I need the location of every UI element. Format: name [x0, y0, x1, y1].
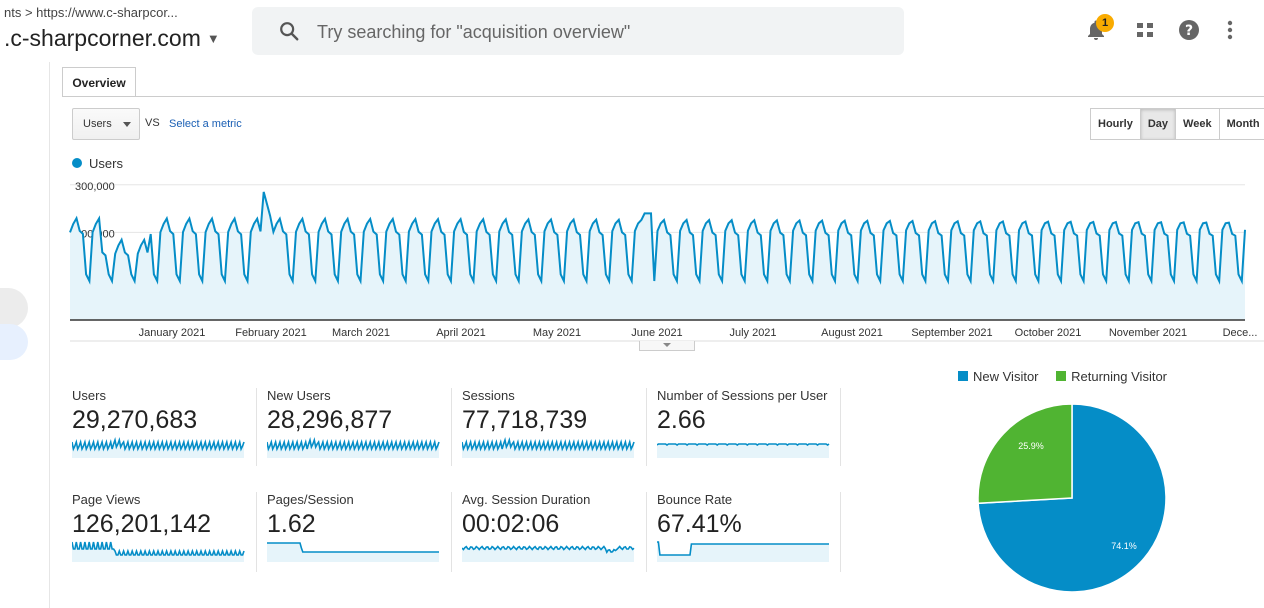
more-vert-icon[interactable]: [1218, 18, 1242, 42]
x-tick-label: May 2021: [533, 327, 581, 339]
y-tick-label: 300,000: [75, 181, 115, 193]
tile-divider: [451, 492, 452, 572]
pie-slice[interactable]: [977, 403, 1073, 505]
property-name: .c-sharpcorner.com: [4, 25, 201, 51]
x-tick-label: January 2021: [139, 327, 206, 339]
metric-dropdown[interactable]: Users: [72, 108, 140, 140]
metric-tile[interactable]: Users 29,270,683: [72, 388, 267, 476]
pie-slice-label: 25.9%: [1018, 441, 1044, 451]
metric-tile[interactable]: Page Views 126,201,142: [72, 492, 267, 580]
x-tick-label: September 2021: [911, 327, 992, 339]
tile-divider: [840, 492, 841, 572]
x-tick-label: July 2021: [729, 327, 776, 339]
x-tick-label: April 2021: [436, 327, 486, 339]
chevron-down-icon: [123, 122, 131, 127]
metric-sparkline: [657, 541, 829, 562]
metric-value: 67.41%: [657, 510, 742, 538]
x-tick-label: August 2021: [821, 327, 883, 339]
property-selector[interactable]: .c-sharpcorner.com ▼: [4, 25, 220, 52]
tile-divider: [646, 492, 647, 572]
tile-divider: [840, 388, 841, 466]
metric-sparkline: [72, 436, 245, 458]
metric-label: Page Views: [72, 492, 141, 507]
metric-sparkline: [267, 542, 439, 562]
legend-swatch-users: [72, 158, 82, 168]
metric-tile[interactable]: Sessions 77,718,739: [462, 388, 657, 476]
metric-sparkline: [267, 436, 440, 458]
metric-label: New Users: [267, 388, 331, 403]
legend-label-users: Users: [89, 156, 123, 171]
metric-value: 77,718,739: [462, 406, 588, 434]
tile-divider: [256, 492, 257, 572]
legend-label-returning-visitor: Returning Visitor: [1071, 369, 1168, 384]
sparkline-fill: [657, 444, 829, 458]
vs-label: VS: [145, 117, 160, 129]
legend-label-new-visitor: New Visitor: [973, 369, 1039, 384]
metric-dropdown-value: Users: [83, 118, 112, 130]
metric-label: Avg. Session Duration: [462, 492, 591, 507]
x-tick-label: Dece...: [1223, 327, 1258, 339]
metric-sparkline: [72, 541, 245, 562]
pie-slice-label: 74.1%: [1111, 541, 1137, 551]
metric-label: Bounce Rate: [657, 492, 733, 507]
metric-sparkline: [657, 443, 830, 458]
svg-text:?: ?: [1185, 23, 1193, 39]
legend-swatch-new-visitor: [958, 371, 968, 381]
metric-label: Sessions: [462, 388, 515, 403]
metric-tile[interactable]: New Users 28,296,877: [267, 388, 462, 476]
granularity-day[interactable]: Day: [1139, 108, 1177, 140]
metric-value: 28,296,877: [267, 406, 393, 434]
granularity-toggle: Hourly Day Week Month: [1090, 108, 1264, 140]
pie-legend: New Visitor Returning Visitor: [958, 369, 1167, 384]
select-metric-link[interactable]: Select a metric: [169, 118, 242, 130]
metric-value: 1.62: [267, 510, 316, 538]
metric-tile[interactable]: Number of Sessions per User 2.66: [657, 388, 852, 476]
metric-value: 126,201,142: [72, 510, 212, 538]
metric-value: 2.66: [657, 406, 706, 434]
metric-tile[interactable]: Bounce Rate 67.41%: [657, 492, 852, 580]
metric-sparkline: [462, 436, 635, 458]
chart-collapse-handle[interactable]: [639, 341, 695, 351]
metric-value: 00:02:06: [462, 510, 560, 538]
metric-value: 29,270,683: [72, 406, 198, 434]
search-input[interactable]: Try searching for "acquisition overview": [252, 7, 904, 55]
tile-divider: [256, 388, 257, 466]
granularity-hourly[interactable]: Hourly: [1090, 108, 1141, 140]
search-placeholder: Try searching for "acquisition overview": [317, 22, 631, 42]
metric-tile[interactable]: Pages/Session 1.62: [267, 492, 462, 580]
x-tick-label: February 2021: [235, 327, 307, 339]
breadcrumb[interactable]: nts > https://www.c-sharpcor...: [4, 5, 178, 20]
tab-overview[interactable]: Overview: [62, 67, 136, 97]
metric-label: Users: [72, 388, 106, 403]
apps-grid-icon[interactable]: [1133, 18, 1157, 42]
users-area-fill: [70, 191, 1245, 320]
metric-tile[interactable]: Avg. Session Duration 00:02:06: [462, 492, 657, 580]
metric-label: Pages/Session: [267, 492, 354, 507]
tile-divider: [451, 388, 452, 466]
chevron-down-icon: [663, 343, 671, 347]
x-tick-label: June 2021: [631, 327, 682, 339]
granularity-week[interactable]: Week: [1175, 108, 1220, 140]
x-tick-label: October 2021: [1015, 327, 1082, 339]
tile-divider: [646, 388, 647, 466]
visitor-type-pie-chart[interactable]: 74.1% 25.9%: [974, 400, 1170, 596]
search-icon: [280, 22, 299, 41]
metric-label: Number of Sessions per User: [657, 388, 828, 403]
caret-down-icon: ▼: [206, 31, 220, 46]
legend-swatch-returning-visitor: [1056, 371, 1067, 381]
tab-divider: [62, 96, 1264, 97]
help-icon[interactable]: ?: [1177, 18, 1201, 42]
x-tick-label: March 2021: [332, 327, 390, 339]
metric-sparkline: [462, 545, 635, 562]
users-line-chart[interactable]: 300,000200,000100,000January 2021Februar…: [0, 170, 1264, 342]
granularity-month[interactable]: Month: [1218, 108, 1264, 140]
sparkline-fill: [657, 542, 829, 562]
notification-badge: 1: [1096, 14, 1114, 32]
chart-legend: Users: [72, 156, 123, 171]
x-tick-label: November 2021: [1109, 327, 1187, 339]
top-bar: nts > https://www.c-sharpcor... .c-sharp…: [0, 0, 1264, 62]
